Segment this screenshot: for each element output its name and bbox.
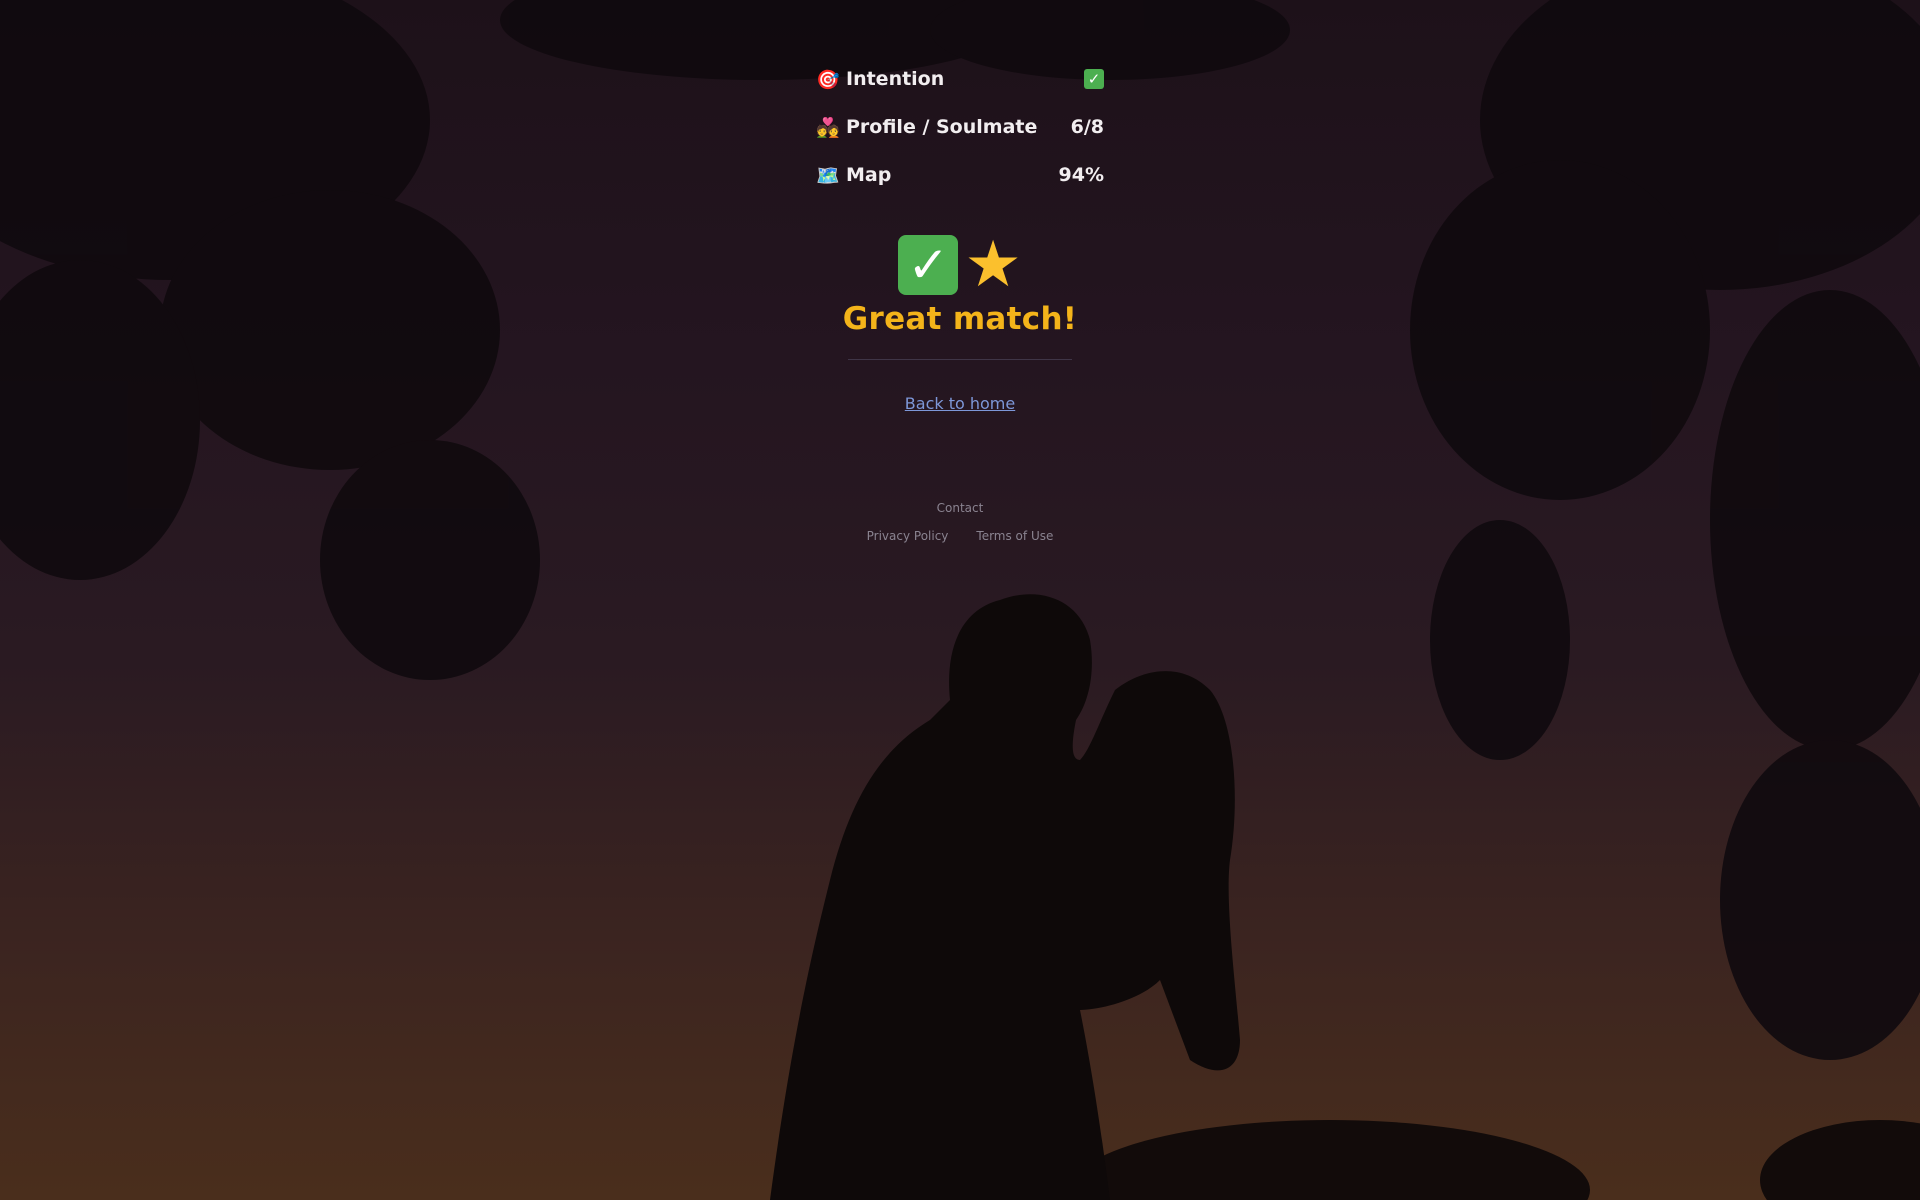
footer: Contact Privacy Policy Terms of Use: [867, 501, 1054, 543]
contact-link[interactable]: Contact: [937, 501, 984, 515]
result-label: Map: [846, 164, 892, 186]
result-row-map: 🗺️ Map 94%: [816, 151, 1104, 199]
result-value: 6/8: [1070, 116, 1104, 138]
result-row-profile: 💑 Profile / Soulmate 6/8: [816, 103, 1104, 151]
map-icon: 🗺️: [816, 164, 840, 187]
result-label: Profile / Soulmate: [846, 116, 1038, 138]
check-mark-icon: ✓: [1084, 69, 1104, 89]
star-icon: ★: [964, 228, 1022, 302]
terms-of-use-link[interactable]: Terms of Use: [976, 529, 1053, 543]
divider: [848, 359, 1072, 360]
target-icon: 🎯: [816, 68, 840, 91]
result-label: Intention: [846, 68, 945, 90]
back-to-home-link[interactable]: Back to home: [905, 394, 1015, 413]
match-verdict: Great match!: [842, 301, 1078, 337]
couple-icon: 💑: [816, 116, 840, 139]
badges: ✓ ★: [898, 228, 1022, 302]
legal-links: Privacy Policy Terms of Use: [867, 529, 1054, 543]
result-row-intention: 🎯 Intention ✓: [816, 55, 1104, 103]
result-value: 94%: [1058, 164, 1104, 186]
results-list: 🎯 Intention ✓ 💑 Profile / Soulmate 6/8 🗺…: [816, 55, 1104, 199]
check-mark-icon: ✓: [898, 235, 959, 295]
privacy-policy-link[interactable]: Privacy Policy: [867, 529, 949, 543]
result-panel: 🎯 Intention ✓ 💑 Profile / Soulmate 6/8 🗺…: [0, 0, 1920, 543]
